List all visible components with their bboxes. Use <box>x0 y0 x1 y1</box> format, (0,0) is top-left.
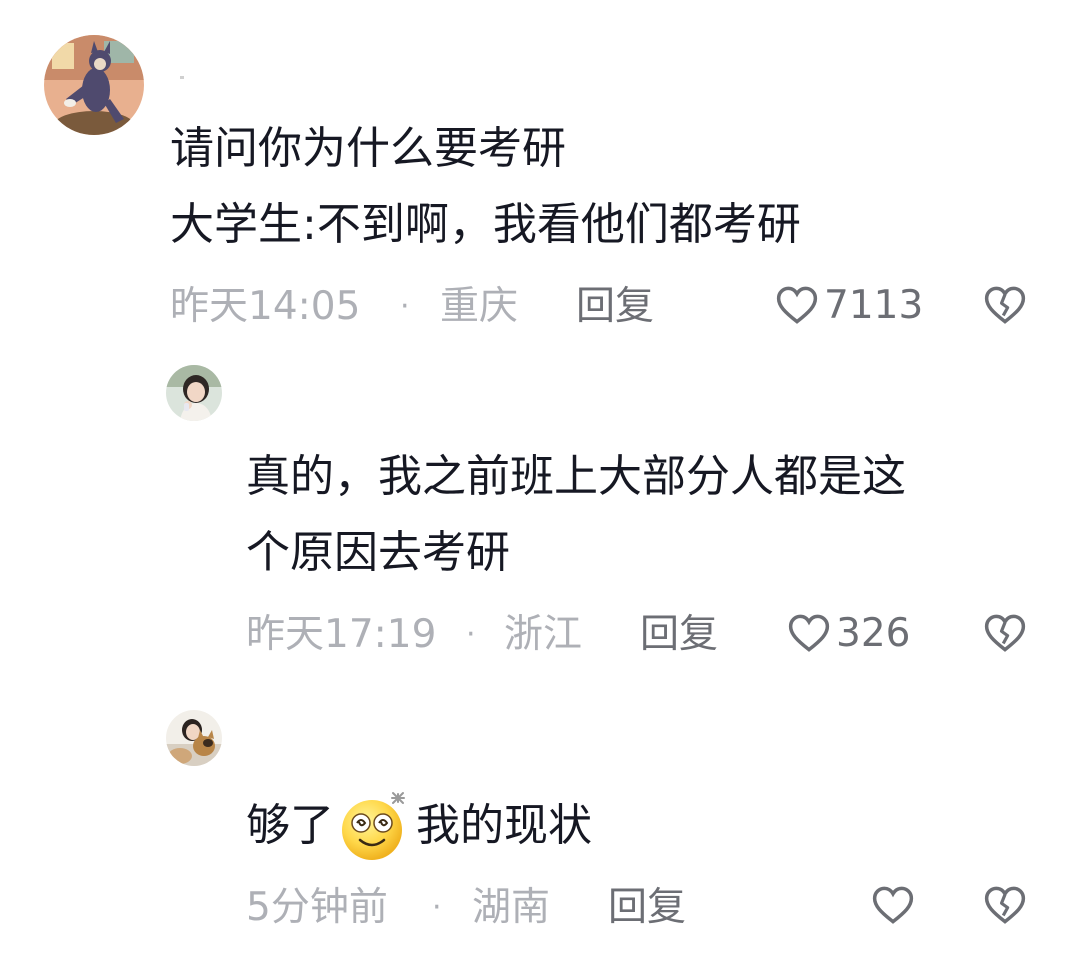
girl-photo-avatar[interactable] <box>166 365 222 421</box>
dislike-button[interactable] <box>984 613 1026 657</box>
comment-text-after: 我的现状 <box>416 800 592 851</box>
separator-dot: · <box>432 890 442 925</box>
dislike-button[interactable] <box>984 285 1026 329</box>
comment-time: 昨天17:19 <box>246 612 437 657</box>
reply-button[interactable]: 回复 <box>608 888 686 927</box>
reply-button[interactable]: 回复 <box>576 287 654 326</box>
comment-text-line: 真的，我之前班上大部分人都是这 <box>246 451 906 502</box>
like-button[interactable] <box>872 885 920 925</box>
girl-with-dog-avatar[interactable] <box>166 710 222 766</box>
heart-icon <box>788 614 830 652</box>
comment-time: 5分钟前 <box>246 885 388 930</box>
dizzy-smile-emoji <box>336 790 414 862</box>
separator-dot: · <box>466 617 476 652</box>
heart-icon <box>872 886 914 924</box>
like-button[interactable]: 326 <box>788 613 910 653</box>
dislike-button[interactable] <box>984 885 1026 929</box>
broken-heart-icon <box>984 286 1026 324</box>
cartoon-cat-avatar[interactable] <box>44 35 144 135</box>
comment-time: 昨天14:05 <box>170 284 361 329</box>
comment-location: 重庆 <box>440 284 519 329</box>
like-count: 326 <box>836 610 911 656</box>
broken-heart-icon <box>984 614 1026 652</box>
comment-text-before: 够了 <box>246 800 334 851</box>
comment-location: 浙江 <box>504 612 583 657</box>
comment-text-line: 大学生:不到啊，我看他们都考研 <box>170 199 801 250</box>
comment-location: 湖南 <box>472 885 551 930</box>
separator-dot: · <box>400 289 410 324</box>
broken-heart-icon <box>984 886 1026 924</box>
like-count: 7113 <box>824 282 924 328</box>
comment-text-line: 请问你为什么要考研 <box>170 123 566 174</box>
like-button[interactable]: 7113 <box>776 285 923 325</box>
comment-text-line: 个原因去考研 <box>246 527 510 578</box>
reply-button[interactable]: 回复 <box>640 615 718 654</box>
heart-icon <box>776 286 818 324</box>
comment-text: 够了 我的现状 <box>246 790 592 862</box>
username-placeholder[interactable] <box>180 76 184 79</box>
